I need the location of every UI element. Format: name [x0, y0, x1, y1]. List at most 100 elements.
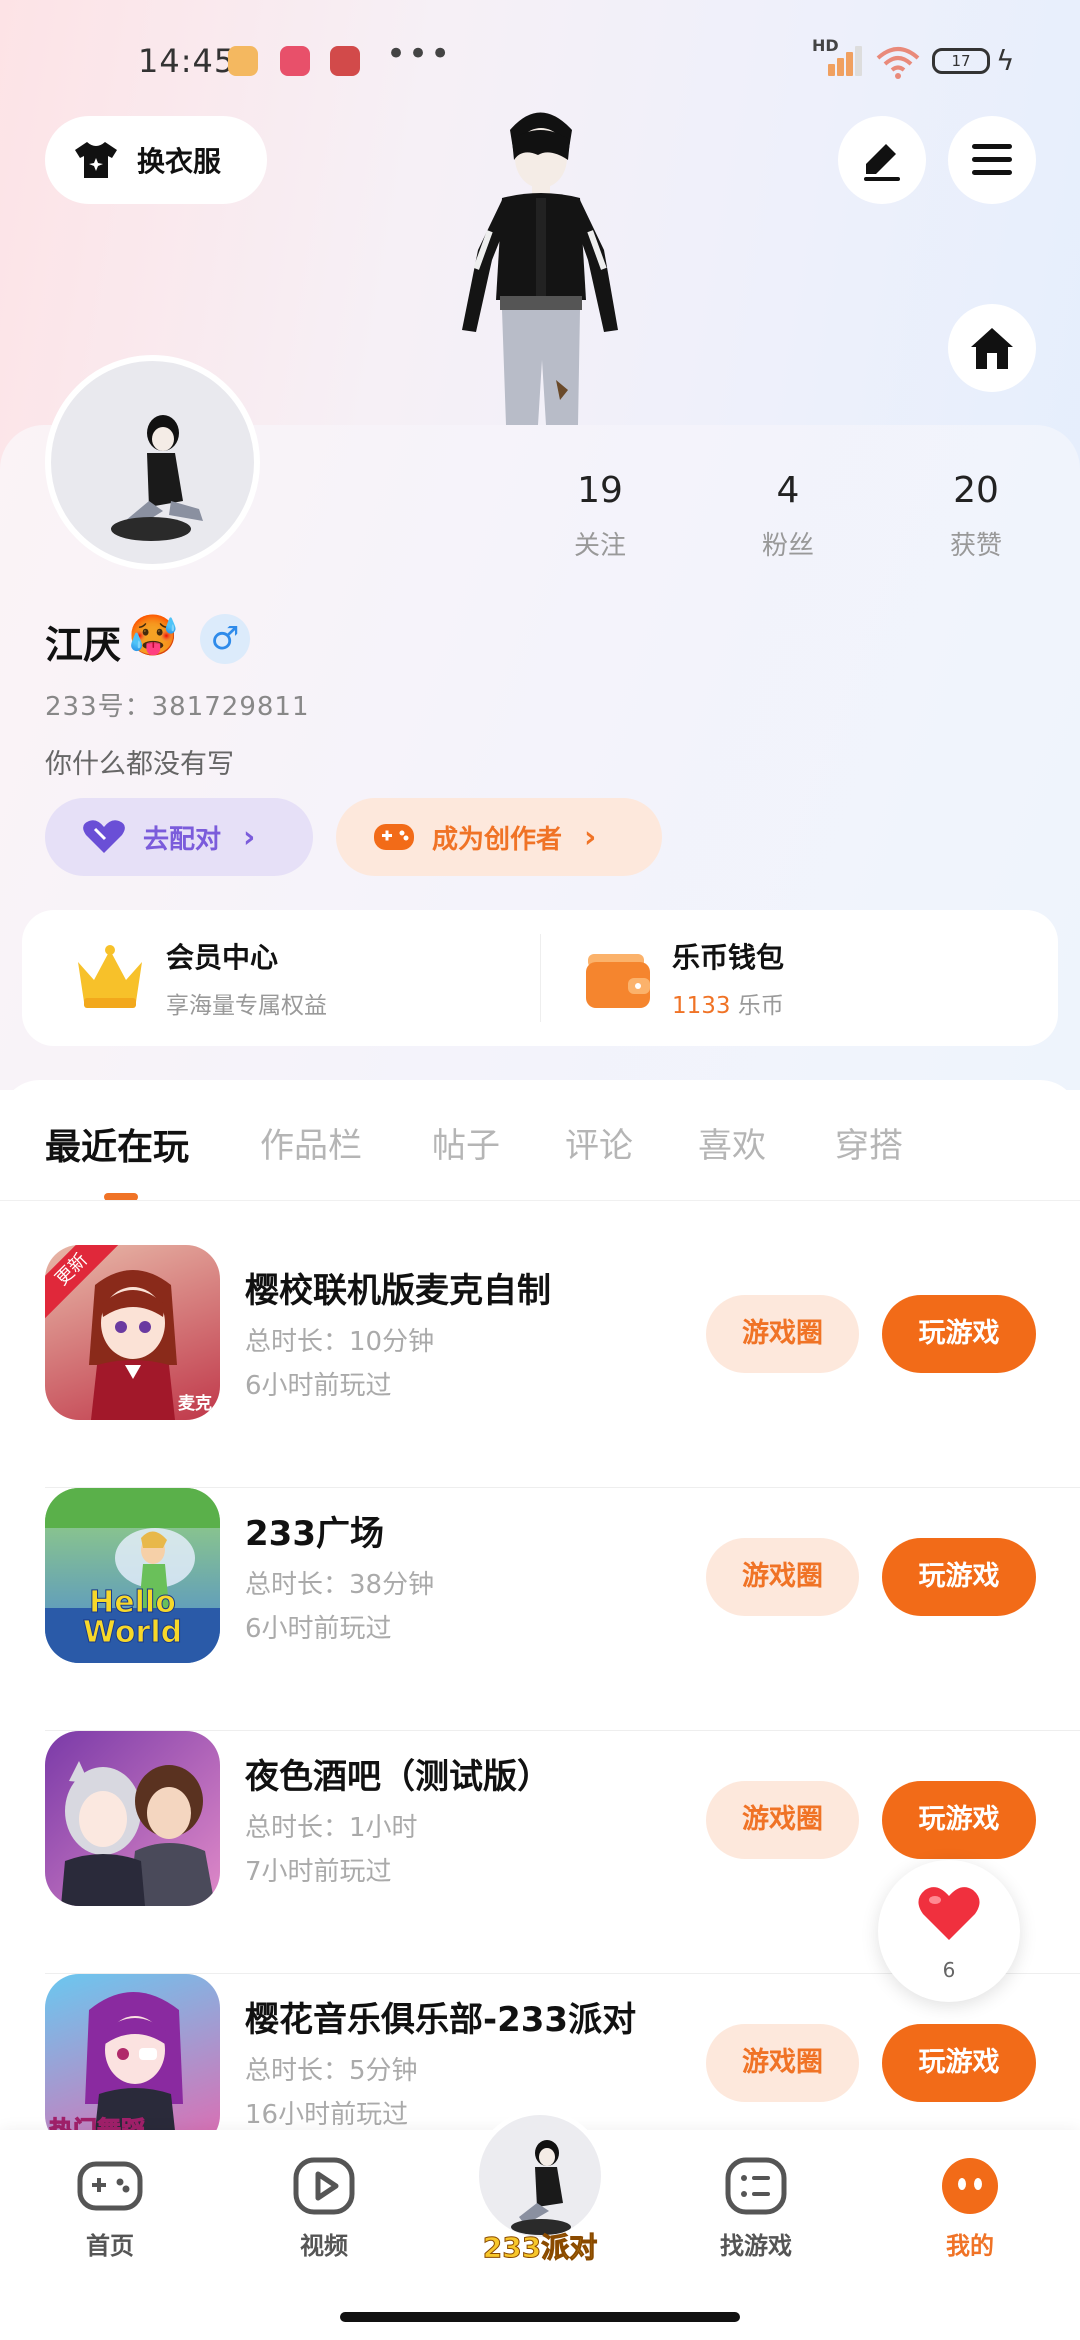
avatar-figure [111, 415, 203, 541]
more-notifications-icon: ••• [386, 34, 453, 74]
game-icon-233-plaza[interactable]: Hello World [45, 1488, 220, 1663]
nav-video-label: 视频 [300, 2232, 348, 2260]
record-notification-icon [330, 46, 360, 76]
game-icon-caption: Hello World [82, 1585, 183, 1650]
stat-following[interactable]: 19 关注 [530, 470, 670, 562]
profile-avatar[interactable] [45, 355, 260, 570]
game-icon-night-bar[interactable] [45, 1731, 220, 1906]
game-icon-sakura-music-club[interactable]: 热门舞蹈 [45, 1974, 220, 2149]
game-last-played: 7小时前玩过 [245, 1857, 392, 1887]
charging-icon: ϟ [996, 44, 1015, 77]
hamburger-menu-icon [972, 144, 1012, 175]
heart-match-icon [83, 820, 125, 853]
tshirt-icon [75, 142, 117, 178]
game-last-played: 6小时前玩过 [245, 1371, 392, 1401]
game-duration: 总时长：38分钟 [245, 1570, 435, 1600]
home-indicator[interactable] [340, 2312, 740, 2322]
following-count: 19 [577, 470, 623, 511]
wallet-amount: 1133 [672, 993, 731, 1019]
play-circle-icon [293, 2157, 355, 2215]
pencil-icon [864, 144, 900, 181]
game-name: 夜色酒吧（测试版） [245, 1757, 551, 1797]
stat-likes[interactable]: 20 获赞 [906, 470, 1046, 562]
party-avatar-figure [511, 2140, 571, 2235]
gamepad-icon [374, 824, 414, 850]
tab-likes[interactable]: 喜欢 [698, 1118, 766, 1167]
game-last-played: 6小时前玩过 [245, 1614, 392, 1644]
followers-label: 粉丝 [761, 531, 814, 561]
chevron-right-icon: › [243, 819, 256, 855]
become-creator-button[interactable]: 成为创作者 › [336, 798, 662, 876]
battery-icon: 17 [932, 48, 990, 74]
game-duration: 总时长：5分钟 [245, 2056, 418, 2086]
game-circle-button[interactable]: 游戏圈 [706, 1781, 859, 1859]
play-game-button[interactable]: 玩游戏 [882, 2024, 1036, 2102]
crown-icon [78, 945, 142, 1008]
game-circle-button[interactable]: 游戏圈 [706, 1538, 859, 1616]
user-id: 233号：381729811 [45, 692, 310, 722]
likes-count: 20 [953, 470, 999, 511]
tab-works[interactable]: 作品栏 [260, 1118, 362, 1167]
followers-count: 4 [776, 470, 800, 511]
stat-followers[interactable]: 4 粉丝 [718, 470, 858, 562]
tab-posts[interactable]: 帖子 [432, 1118, 500, 1167]
play-game-button[interactable]: 玩游戏 [882, 1538, 1036, 1616]
game-circle-button[interactable]: 游戏圈 [706, 2024, 859, 2102]
heart-icon [918, 1887, 980, 1940]
night-bar-thumbnail [61, 1761, 215, 1906]
floating-like-button[interactable]: 6 [878, 1860, 1020, 2002]
game-icon-caption: 麦克 [178, 1394, 212, 1414]
wallet-balance: 1133 乐币 [672, 986, 784, 1020]
status-time: 14:45 [138, 42, 236, 80]
change-outfit-label: 换衣服 [137, 145, 222, 178]
nav-video[interactable]: 视频 [254, 2156, 394, 2261]
nav-home-label: 首页 [86, 2232, 134, 2260]
gamepad-nav-icon [77, 2161, 143, 2211]
game-name: 樱校联机版麦克自制 [245, 1271, 551, 1311]
nav-party-label[interactable]: 233派对 [470, 2226, 610, 2266]
play-game-button[interactable]: 玩游戏 [882, 1295, 1036, 1373]
wallet-unit: 乐币 [737, 993, 784, 1019]
nav-find-games[interactable]: 找游戏 [686, 2156, 826, 2261]
nav-me[interactable]: 我的 [900, 2156, 1040, 2261]
change-outfit-button[interactable]: 换衣服 [45, 116, 267, 204]
nav-party-avatar[interactable] [474, 2110, 606, 2242]
wifi-icon [876, 47, 920, 79]
profile-face-icon [942, 2158, 998, 2214]
list-icon [725, 2157, 787, 2215]
vip-center-subtitle: 享海量专属权益 [166, 993, 327, 1019]
menu-button[interactable] [948, 116, 1036, 204]
game-name: 樱花音乐俱乐部-233派对 [245, 2000, 637, 2040]
paw-notification-icon [228, 46, 258, 76]
home-button[interactable] [948, 304, 1036, 392]
like-count: 6 [942, 1958, 956, 1982]
camera-notification-icon [280, 46, 310, 76]
avatar-3d-figure[interactable] [450, 100, 630, 425]
game-last-played: 16小时前玩过 [245, 2100, 409, 2130]
game-duration: 总时长：10分钟 [245, 1327, 435, 1357]
tabs-divider [0, 1200, 1080, 1201]
likes-label: 获赞 [949, 531, 1002, 561]
nav-home[interactable]: 首页 [40, 2156, 180, 2261]
game-circle-button[interactable]: 游戏圈 [706, 1295, 859, 1373]
tab-outfits[interactable]: 穿搭 [835, 1118, 903, 1167]
vip-center-entry[interactable]: 会员中心 享海量专属权益 [72, 910, 532, 1046]
house-icon [971, 328, 1013, 369]
battery-level: 17 [951, 52, 971, 70]
match-label: 去配对 [143, 824, 222, 855]
become-creator-label: 成为创作者 [432, 824, 563, 855]
wallet-icon [586, 954, 650, 1008]
edit-profile-button[interactable] [838, 116, 926, 204]
tab-comments[interactable]: 评论 [565, 1118, 633, 1167]
tab-recently-played[interactable]: 最近在玩 [45, 1118, 189, 1170]
wallet-entry[interactable]: 乐币钱包 1133 乐币 [584, 910, 1044, 1046]
game-row[interactable]: 更新 麦克 樱校联机版麦克自制 总时长：10分钟 6小时前玩过 游戏圈 玩游戏 [0, 1245, 1080, 1488]
match-button[interactable]: 去配对 › [45, 798, 313, 876]
game-row[interactable]: Hello World 233广场 总时长：38分钟 6小时前玩过 游戏圈 玩游… [0, 1488, 1080, 1731]
following-label: 关注 [573, 531, 626, 561]
user-bio: 你什么都没有写 [45, 749, 234, 780]
play-game-button[interactable]: 玩游戏 [882, 1781, 1036, 1859]
chevron-right-icon: › [584, 819, 597, 855]
game-icon-sakura-school[interactable]: 更新 麦克 [45, 1245, 220, 1420]
vip-wallet-card: 会员中心 享海量专属权益 乐币钱包 1133 乐币 [22, 910, 1058, 1046]
